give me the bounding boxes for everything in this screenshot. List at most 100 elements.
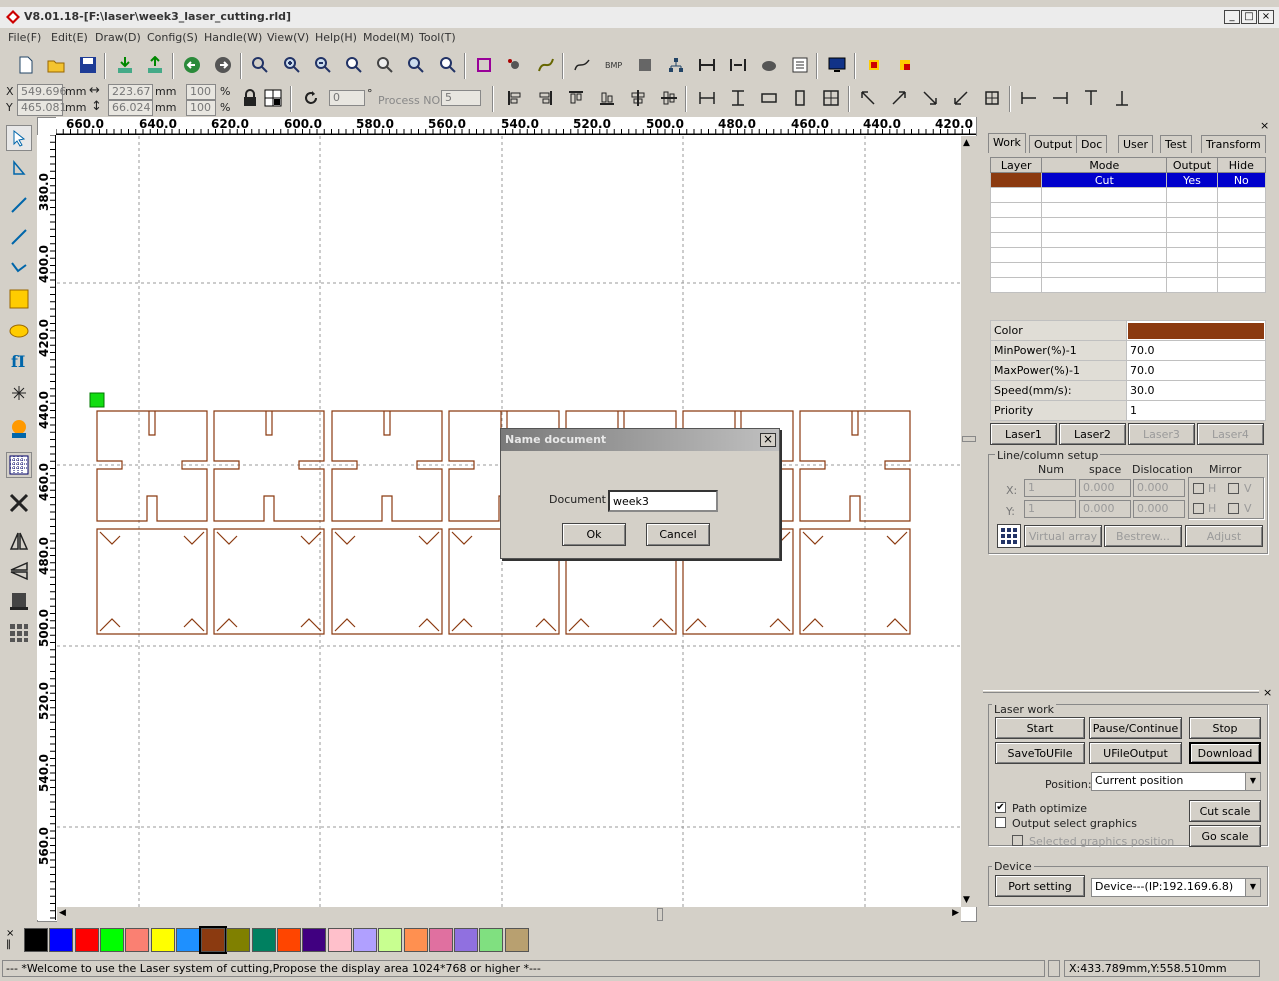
node-select-icon[interactable]: [6, 156, 32, 182]
prop-speed-value[interactable]: 30.0: [1126, 380, 1266, 401]
stop-button[interactable]: Stop: [1189, 717, 1261, 739]
monitor-icon[interactable]: [825, 53, 849, 77]
horizontal-scroll-thumb[interactable]: [657, 908, 663, 921]
color-swatch[interactable]: [352, 928, 377, 952]
color-swatch[interactable]: [454, 928, 479, 952]
color-swatch[interactable]: [226, 928, 251, 952]
export-icon[interactable]: [143, 53, 167, 77]
open-folder-icon[interactable]: [44, 53, 68, 77]
table-row[interactable]: Cut Yes No: [989, 172, 1267, 188]
prop-priority-value[interactable]: 1: [1126, 400, 1266, 421]
rectangle-icon[interactable]: [6, 286, 32, 312]
zoom-all-icon[interactable]: [373, 53, 397, 77]
height-field[interactable]: 66.024: [108, 100, 153, 116]
redo-icon[interactable]: [211, 53, 235, 77]
y-coord-field[interactable]: 465.081: [17, 100, 67, 116]
position-marker-2-icon[interactable]: [893, 53, 917, 77]
tab-doc[interactable]: Doc: [1076, 135, 1108, 153]
menu-draw[interactable]: Draw(D): [95, 31, 141, 44]
align-bottom-icon[interactable]: [595, 86, 619, 110]
color-swatch[interactable]: [403, 928, 428, 952]
color-swatch[interactable]: [24, 928, 48, 952]
cut-path[interactable]: [383, 411, 391, 436]
move-topleft-icon[interactable]: [856, 86, 880, 110]
same-height-icon[interactable]: [788, 86, 812, 110]
menu-handle[interactable]: Handle(W): [204, 31, 262, 44]
save-to-ufile-button[interactable]: SaveToUFile: [995, 742, 1085, 764]
layer-mode-cell[interactable]: Cut: [1041, 172, 1168, 188]
y-mirror-v-checkbox[interactable]: [1228, 503, 1239, 514]
mirror-h-icon[interactable]: [6, 528, 32, 554]
laser3-button[interactable]: Laser3: [1128, 423, 1195, 445]
cut-path[interactable]: [96, 410, 208, 522]
polyline-icon[interactable]: [6, 224, 32, 250]
cut-path[interactable]: [96, 528, 208, 635]
cut-path[interactable]: [334, 531, 440, 632]
download-button[interactable]: Download: [1189, 742, 1261, 764]
width-field[interactable]: 223.67: [108, 84, 153, 100]
menu-view[interactable]: View(V): [267, 31, 309, 44]
point-icon[interactable]: [6, 380, 32, 406]
import-icon[interactable]: [113, 53, 137, 77]
dist-h-icon[interactable]: [695, 86, 719, 110]
cut-path[interactable]: [802, 531, 908, 632]
move-down-icon[interactable]: [1110, 86, 1134, 110]
grayscale-icon[interactable]: [633, 53, 657, 77]
zoom-out-icon[interactable]: [311, 53, 335, 77]
position-marker-icon[interactable]: [862, 53, 886, 77]
zoom-in-icon[interactable]: [280, 53, 304, 77]
save-icon[interactable]: [76, 53, 100, 77]
color-swatch[interactable]: [74, 928, 99, 952]
menu-help[interactable]: Help(H): [315, 31, 357, 44]
chevron-down-icon[interactable]: ▼: [1245, 879, 1260, 896]
tab-transform[interactable]: Transform: [1201, 135, 1266, 153]
menu-config[interactable]: Config(S): [147, 31, 198, 44]
bestrew-button[interactable]: Bestrew...: [1104, 525, 1182, 547]
lock-ratio-icon[interactable]: [238, 86, 262, 110]
menu-model[interactable]: Model(M): [363, 31, 414, 44]
color-swatch[interactable]: [125, 928, 150, 952]
adjust-button[interactable]: Adjust: [1185, 525, 1263, 547]
y-space-field[interactable]: 0.000: [1079, 500, 1131, 518]
new-file-icon[interactable]: [14, 53, 38, 77]
ufile-output-button[interactable]: UFileOutput: [1089, 742, 1182, 764]
go-scale-button[interactable]: Go scale: [1189, 825, 1261, 847]
align-top-icon[interactable]: [564, 86, 588, 110]
color-swatch[interactable]: [302, 928, 327, 952]
x-coord-field[interactable]: 549.696: [17, 84, 67, 100]
move-bottomleft-icon[interactable]: [949, 86, 973, 110]
virtual-array-button[interactable]: Virtual array: [1024, 525, 1102, 547]
zoom-select-icon[interactable]: [248, 53, 272, 77]
array-copy-icon[interactable]: [6, 620, 32, 646]
minimize-button[interactable]: _: [1224, 10, 1240, 24]
cut-path[interactable]: [265, 411, 273, 436]
maximize-button[interactable]: □: [1241, 10, 1257, 24]
y-dislocation-field[interactable]: 0.000: [1133, 500, 1185, 518]
cut-path[interactable]: [99, 531, 205, 632]
process-field[interactable]: 5: [441, 90, 481, 106]
position-select[interactable]: Current position ▼: [1091, 772, 1261, 791]
same-size-icon[interactable]: [819, 86, 843, 110]
prop-minpower-value[interactable]: 70.0: [1126, 340, 1266, 361]
laser1-button[interactable]: Laser1: [990, 423, 1057, 445]
cut-path[interactable]: [331, 410, 443, 522]
output-select-checkbox[interactable]: [995, 817, 1006, 828]
color-swatch[interactable]: [428, 928, 453, 952]
layer-color-cell[interactable]: [989, 172, 1043, 188]
curve-tool-icon[interactable]: [6, 255, 32, 281]
vertical-scroll-thumb[interactable]: [962, 436, 976, 442]
equal-height-icon[interactable]: [726, 53, 750, 77]
list-icon[interactable]: [788, 53, 812, 77]
zoom-fit-icon[interactable]: [436, 53, 460, 77]
menu-edit[interactable]: Edit(E): [51, 31, 88, 44]
frame-icon[interactable]: [6, 588, 32, 614]
x-num-field[interactable]: 1: [1024, 479, 1076, 497]
scroll-left-icon[interactable]: ◀: [59, 908, 66, 918]
pause-continue-button[interactable]: Pause/Continue: [1089, 717, 1182, 739]
move-left-icon[interactable]: [1017, 86, 1041, 110]
x-mirror-h-checkbox[interactable]: [1193, 483, 1204, 494]
scroll-up-icon[interactable]: ▲: [963, 138, 970, 148]
color-swatch[interactable]: [327, 928, 352, 952]
line-icon[interactable]: [6, 192, 32, 218]
device-select[interactable]: Device---(IP:192.169.6.8) ▼: [1091, 878, 1261, 897]
